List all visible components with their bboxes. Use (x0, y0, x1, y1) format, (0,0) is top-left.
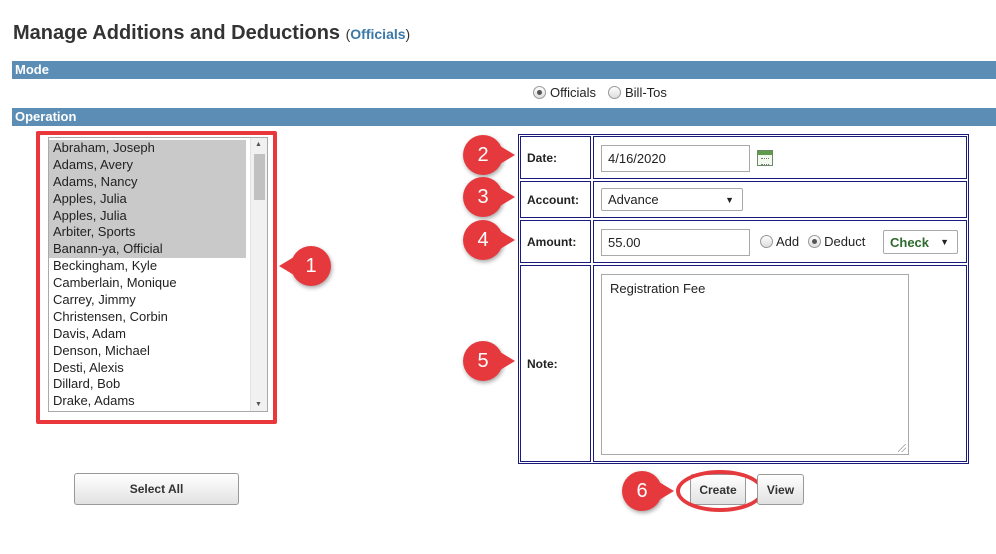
resize-grip-icon[interactable] (898, 444, 906, 452)
bill-tos-radio[interactable] (608, 86, 621, 99)
note-label: Note: (520, 265, 591, 462)
official-list-item[interactable]: Dillard, Bob (49, 376, 246, 393)
create-button-highlight (676, 470, 764, 512)
chevron-down-icon: ▼ (940, 237, 949, 247)
add-radio[interactable] (760, 235, 773, 248)
add-radio-label[interactable]: Add (776, 234, 799, 249)
callout-5: 5 (463, 341, 515, 381)
official-list-item[interactable]: Apples, Julia (49, 190, 246, 208)
listbox-scrollbar[interactable]: ▲ ▼ (250, 138, 267, 411)
mode-section-bar: Mode (12, 61, 996, 79)
officials-listbox[interactable]: Abraham, Joseph Adams, Avery Adams, Nancy A… (48, 137, 268, 412)
callout-4: 4 (463, 220, 515, 260)
payment-type-select[interactable]: Check ▼ (883, 230, 958, 254)
note-text: Registration Fee (610, 281, 706, 296)
official-list-item[interactable]: Carrey, Jimmy (49, 292, 246, 309)
official-list-item[interactable]: Beckingham, Kyle (49, 258, 246, 275)
bill-tos-radio-label[interactable]: Bill-Tos (625, 85, 667, 100)
officials-list: Abraham, Joseph Adams, Avery Adams, Nancy A… (49, 138, 267, 410)
official-list-item[interactable]: Davis, Adam (49, 326, 246, 343)
official-list-item[interactable]: Adams, Nancy (49, 173, 246, 191)
note-textarea[interactable]: Registration Fee (601, 274, 909, 455)
officials-radio[interactable] (533, 86, 546, 99)
official-list-item[interactable]: Desti, Alexis (49, 360, 246, 377)
official-list-item[interactable]: Apples, Julia (49, 207, 246, 225)
scroll-down-icon[interactable]: ▼ (255, 401, 262, 408)
entry-form: Date: Account: Amount: Note: 4/16/2020 A… (518, 134, 969, 464)
date-label: Date: (520, 136, 591, 179)
amount-label: Amount: (520, 220, 591, 263)
page-title-text: Manage Additions and Deductions (13, 22, 341, 44)
official-list-item[interactable]: Arbiter, Sports (49, 224, 246, 242)
official-list-item[interactable]: Denson, Michael (49, 343, 246, 360)
callout-6: 6 (622, 471, 674, 511)
date-input[interactable]: 4/16/2020 (601, 145, 750, 172)
view-button[interactable]: View (757, 474, 804, 505)
callout-3: 3 (463, 177, 515, 217)
account-select-value: Advance (608, 192, 659, 207)
page-title: Manage Additions and Deductions (Officia… (13, 22, 410, 45)
select-all-button[interactable]: Select All (74, 473, 239, 505)
amount-input[interactable]: 55.00 (601, 229, 750, 256)
payment-type-value: Check (890, 234, 930, 250)
official-list-item[interactable]: Abraham, Joseph (49, 140, 246, 157)
page-context: (Officials) (345, 26, 411, 42)
scroll-thumb[interactable] (254, 154, 265, 200)
operation-section-bar: Operation (12, 108, 996, 126)
officials-context-link[interactable]: Officials (350, 26, 405, 42)
officials-radio-label[interactable]: Officials (550, 85, 596, 100)
callout-2: 2 (463, 135, 515, 175)
official-list-item[interactable]: Camberlain, Monique (49, 275, 246, 292)
scroll-up-icon[interactable]: ▲ (255, 141, 262, 148)
callout-1: 1 (279, 246, 331, 286)
official-list-item[interactable]: Drake, Adams (49, 393, 246, 410)
add-deduct-radios: Add Deduct (760, 234, 865, 249)
calendar-icon[interactable] (757, 150, 773, 166)
official-list-item[interactable]: Banann-ya, Official (49, 241, 246, 259)
chevron-down-icon: ▼ (725, 194, 734, 205)
mode-selector: Officials Bill-Tos (533, 85, 675, 100)
official-list-item[interactable]: Adams, Avery (49, 156, 246, 174)
account-select[interactable]: Advance ▼ (601, 188, 743, 211)
deduct-radio-label[interactable]: Deduct (824, 234, 865, 249)
deduct-radio[interactable] (808, 235, 822, 248)
official-list-item[interactable]: Christensen, Corbin (49, 309, 246, 326)
account-label: Account: (520, 181, 591, 218)
